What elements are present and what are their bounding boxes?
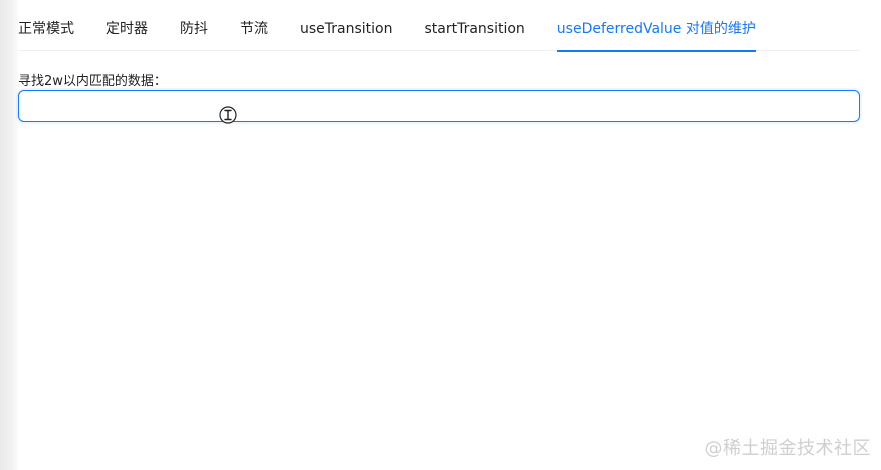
tab-throttle[interactable]: 节流 bbox=[240, 0, 268, 51]
tab-bar: 正常模式 定时器 防抖 节流 useTransition startTransi… bbox=[18, 0, 860, 52]
search-label: 寻找2w以内匹配的数据： bbox=[18, 74, 167, 89]
tab-debounce[interactable]: 防抖 bbox=[180, 0, 208, 51]
tab-timer[interactable]: 定时器 bbox=[106, 0, 148, 51]
search-input[interactable] bbox=[18, 90, 860, 122]
tab-normal-mode[interactable]: 正常模式 bbox=[18, 0, 74, 51]
page: 正常模式 定时器 防抖 节流 useTransition startTransi… bbox=[0, 0, 881, 470]
tab-use-deferred-value[interactable]: useDeferredValue 对值的维护 bbox=[556, 0, 756, 52]
left-edge-shadow bbox=[0, 0, 18, 470]
tab-start-transition[interactable]: startTransition bbox=[424, 0, 524, 51]
watermark: @稀土掘金技术社区 bbox=[704, 438, 871, 459]
tab-use-transition[interactable]: useTransition bbox=[300, 0, 392, 51]
